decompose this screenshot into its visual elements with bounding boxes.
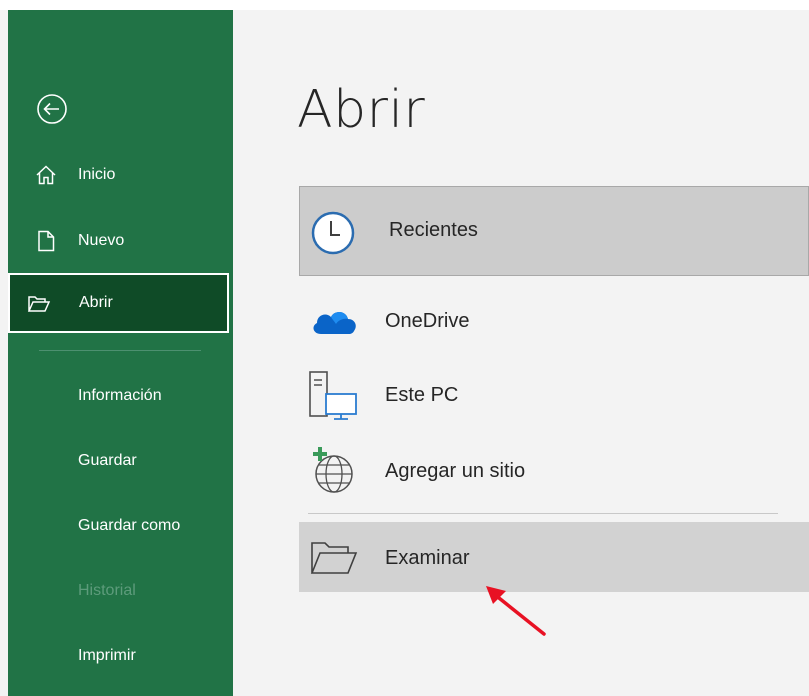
onedrive-cloud-icon [313,311,356,334]
computer-icon [309,371,357,420]
back-button[interactable] [35,92,69,126]
sidebar-item-guardar[interactable]: Guardar [78,452,137,470]
window-top-strip [0,0,809,10]
location-label: OneDrive [385,310,470,332]
annotation-arrow-icon [486,586,546,636]
sidebar-item-inicio[interactable]: Inicio [8,152,233,198]
back-arrow-circle-icon [37,94,67,124]
location-label: Recientes [389,219,478,241]
sidebar-item-imprimir[interactable]: Imprimir [78,647,136,665]
sidebar-item-guardar-como[interactable]: Guardar como [78,517,180,535]
location-label: Este PC [385,384,459,406]
backstage-sidebar: Inicio Nuevo Abrir Información Guardar G… [8,10,233,696]
sidebar-item-label: Inicio [78,166,116,183]
location-label: Agregar un sitio [385,460,526,482]
location-agregar-un-sitio[interactable]: Agregar un sitio [299,444,809,500]
locations-separator [308,513,778,514]
clock-icon [311,211,355,255]
sidebar-item-label: Nuevo [78,232,125,249]
location-examinar[interactable]: Examinar [299,522,809,592]
add-place-globe-icon [313,447,353,493]
open-folder-icon [27,296,51,312]
sidebar-item-nuevo[interactable]: Nuevo [8,218,233,264]
sidebar-item-informacion[interactable]: Información [78,387,162,405]
location-recientes[interactable]: Recientes [299,186,809,276]
sidebar-divider [39,350,201,351]
sidebar-item-label: Abrir [79,294,113,311]
browse-folder-icon [310,542,358,574]
sidebar-item-abrir[interactable]: Abrir [8,273,229,333]
sidebar-item-historial: Historial [78,582,136,599]
location-este-pc[interactable]: Este PC [299,366,809,426]
new-document-icon [38,230,55,252]
page-title: Abrir [297,80,426,140]
home-icon [36,165,56,185]
location-label: Examinar [385,547,470,569]
location-onedrive[interactable]: OneDrive [299,298,809,348]
